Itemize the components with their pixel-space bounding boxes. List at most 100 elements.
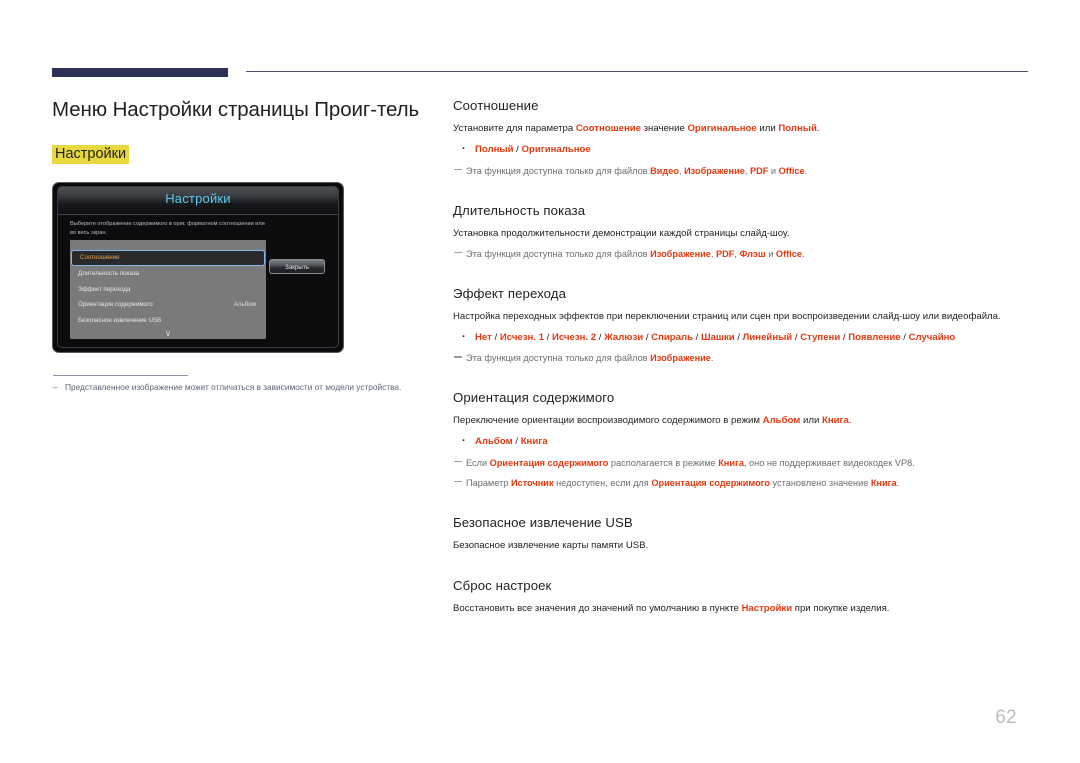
text-run: Установка продолжительности демонстрации…: [453, 227, 790, 239]
option-list-item: Полный / Оригинальное: [453, 142, 1033, 158]
option-separator: /: [596, 331, 605, 343]
tv-menu-title: Настройки: [165, 191, 231, 206]
emphasis-term: Оригинальное: [687, 123, 757, 134]
tv-menu-item-label: Соотношение: [80, 254, 120, 261]
option-value: Случайно: [908, 331, 956, 343]
text-run: .: [848, 415, 852, 426]
page-number: 62: [995, 707, 1017, 728]
emphasis-term: Настройки: [741, 602, 793, 614]
chevron-down-icon[interactable]: ∨: [70, 329, 266, 338]
content-section: Ориентация содержимого Переключение ориен…: [453, 390, 1033, 490]
tv-menu-item-content-orientation[interactable]: Ориентация содержимого Альбом: [70, 297, 266, 313]
option-separator: /: [692, 331, 701, 343]
tv-menu-item-value: Альбом: [233, 301, 256, 308]
text-run: Эта функция доступна только для файлов: [466, 353, 651, 363]
text-run: располагается в режиме: [608, 457, 719, 468]
option-list-item: Альбом / Книга: [453, 434, 1033, 450]
text-run: .: [801, 248, 805, 259]
emphasis-term: PDF: [749, 165, 769, 176]
text-run: Эта функция доступна только для файлов: [466, 165, 651, 176]
content-section: Эффект перехода Настройка переходных эффе…: [453, 286, 1033, 366]
tv-screen: Настройки Выберите отображение содержимо…: [57, 186, 339, 348]
option-separator: /: [543, 331, 552, 343]
option-value: Спираль: [651, 331, 693, 343]
text-run: установлено значение: [770, 477, 871, 488]
text-run: и: [768, 165, 779, 176]
option-value: Полный: [475, 144, 514, 155]
text-run: Параметр: [466, 477, 511, 488]
option-value: Появление: [848, 331, 901, 343]
option-value: Ступени: [800, 331, 841, 343]
section-paragraph: Переключение ориентации воспроизводимого…: [453, 414, 1033, 428]
option-list-item: Нет / Исчезн. 1 / Исчезн. 2 / Жалюзи / С…: [453, 330, 1033, 346]
option-value: Жалюзи: [604, 331, 644, 343]
section-paragraph: Настройка переходных эффектов при перекл…: [453, 310, 1033, 324]
page-title: Меню Настройки страницы Проиг-тель: [52, 98, 420, 121]
tv-menu-item-safely-remove-usb[interactable]: Безопасное извлечение USB: [70, 313, 266, 329]
emphasis-term: Видео: [650, 165, 679, 176]
option-value: Исчезн. 2: [551, 331, 597, 343]
tv-menu-list[interactable]: Соотношение Длительность показа Эффект п…: [70, 240, 266, 339]
option-value: Линейный: [742, 331, 793, 343]
section-paragraph: Установка продолжительности демонстрации…: [453, 227, 1033, 241]
header-divider-rule: [246, 71, 1028, 72]
emphasis-term: Ориентация содержимого: [489, 457, 609, 468]
text-run: значение: [640, 123, 688, 134]
section-note: Эта функция доступна только для файлов В…: [453, 164, 1033, 178]
text-run: Настройка переходных эффектов при перекл…: [453, 310, 1001, 322]
tv-close-button[interactable]: Закрыть: [269, 259, 325, 274]
content-section: Длительность показа Установка продолжител…: [453, 203, 1033, 261]
option-list: Нет / Исчезн. 1 / Исчезн. 2 / Жалюзи / С…: [453, 330, 1033, 346]
figure-footnote: – Представленное изображение может отлич…: [53, 381, 413, 395]
option-separator: /: [792, 331, 801, 343]
tv-menu-item-label: Длительность показа: [78, 270, 140, 277]
text-run: .: [710, 353, 714, 363]
tv-menu-screenshot: Настройки Выберите отображение содержимо…: [52, 182, 344, 353]
option-value: Исчезн. 1: [499, 331, 544, 343]
text-run: или: [800, 415, 822, 426]
content-section: Соотношение Установите для параметра Соот…: [453, 98, 1033, 178]
option-separator: /: [512, 436, 521, 447]
footnote-dash-icon: –: [53, 382, 58, 392]
text-run: Если: [466, 457, 490, 468]
header-accent-bar: [52, 68, 228, 77]
section-highlight-label: Настройки: [52, 145, 130, 164]
text-run: .: [816, 123, 820, 134]
emphasis-term: Книга: [718, 457, 744, 468]
content-section: Сброс настроек Восстановить все значения …: [453, 578, 1033, 616]
text-run: Переключение ориентации воспроизводимого…: [453, 415, 763, 426]
option-separator: /: [513, 144, 522, 155]
option-separator: /: [734, 331, 743, 343]
text-run: и: [765, 248, 776, 259]
option-value: Альбом: [475, 436, 513, 447]
tv-menu-item-label: Безопасное извлечение USB: [78, 316, 162, 324]
section-note: Эта функция доступна только для файлов И…: [453, 351, 1033, 365]
emphasis-term: Office: [778, 165, 805, 176]
section-heading: Сброс настроек: [453, 577, 552, 593]
text-run: или: [756, 123, 779, 134]
option-separator: /: [643, 331, 652, 343]
emphasis-term: Office: [775, 248, 802, 259]
content-section: Безопасное извлечение USB Безопасное извл…: [453, 515, 1033, 553]
tv-menu-item-label: Эффект перехода: [78, 285, 131, 293]
section-heading: Длительность показа: [453, 202, 586, 218]
emphasis-term: Книга: [822, 415, 849, 426]
text-run: при покупке изделия.: [792, 602, 890, 614]
option-value: Нет: [475, 331, 492, 343]
tv-list-spacer: [70, 240, 266, 250]
tv-menu-item-slideshow-time[interactable]: Длительность показа: [70, 266, 266, 282]
figure-footnote-rule: [53, 375, 188, 376]
option-value: Книга: [520, 436, 548, 447]
emphasis-term: Изображение: [684, 165, 745, 176]
emphasis-term: Изображение: [650, 353, 711, 363]
content-column: Соотношение Установите для параметра Соот…: [453, 98, 1033, 616]
section-note: Параметр Источник недоступен, если для О…: [453, 476, 1033, 490]
section-note: Эта функция доступна только для файлов И…: [453, 247, 1033, 261]
tv-menu-item-effect[interactable]: Эффект перехода: [70, 282, 266, 298]
section-paragraph: Безопасное извлечение карты памяти USB.: [453, 539, 1033, 553]
tv-menu-titlebar: Настройки: [58, 187, 338, 215]
text-run: Безопасное извлечение карты памяти USB.: [453, 539, 649, 551]
tv-menu-item-aspect-ratio[interactable]: Соотношение: [71, 250, 265, 266]
section-heading: Соотношение: [453, 98, 539, 113]
section-note: Если Ориентация содержимого располагаетс…: [453, 456, 1033, 470]
